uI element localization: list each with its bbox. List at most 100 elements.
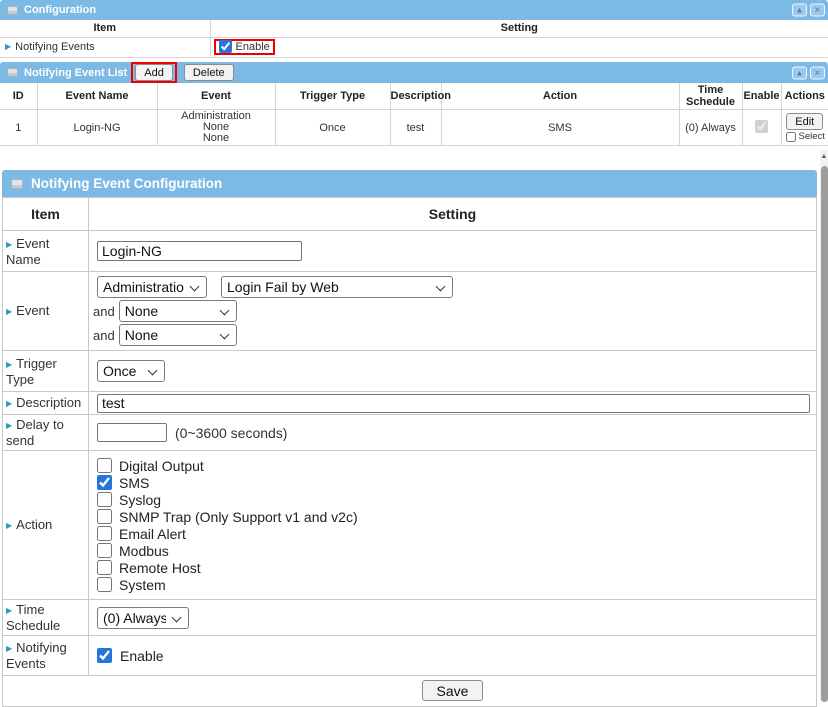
table-row: ▶Notifying Events Enable — [0, 37, 828, 58]
cell-enable — [742, 110, 781, 146]
row-arrow-icon: ▶ — [6, 606, 12, 615]
enable-highlight-box: Enable — [214, 39, 275, 55]
collapse-button[interactable]: ▲ — [792, 66, 807, 79]
close-button[interactable]: ✕ — [810, 4, 825, 17]
event-and3-select[interactable]: None — [119, 324, 237, 346]
and-label: and — [93, 328, 115, 343]
action-label: Action — [16, 517, 52, 532]
action-checkbox[interactable] — [97, 526, 112, 541]
time-schedule-select[interactable]: (0) Always — [97, 607, 189, 629]
col-time-schedule: Time Schedule — [679, 83, 742, 110]
row-arrow-icon: ▶ — [6, 421, 12, 430]
scrollbar-thumb[interactable] — [821, 166, 828, 702]
action-checkbox[interactable] — [97, 543, 112, 558]
event-category-select-wrap: Administration — [97, 276, 207, 298]
action-option[interactable]: System — [97, 577, 812, 593]
col-trigger-type: Trigger Type — [275, 83, 390, 110]
cell-action: SMS — [441, 110, 679, 146]
event-subtype-select-wrap: Login Fail by Web — [221, 276, 453, 298]
cell-trigger-type: Once — [275, 110, 390, 146]
col-enable: Enable — [742, 83, 781, 110]
notifying-events-enable-checkbox[interactable] — [219, 40, 232, 53]
action-option-label: Modbus — [119, 543, 169, 559]
row-select-checkbox[interactable] — [786, 132, 796, 142]
close-button[interactable]: ✕ — [810, 66, 825, 79]
delete-button[interactable]: Delete — [184, 64, 234, 81]
configuration-panel: Configuration ▲ ✕ Item Setting ▶Notifyin… — [0, 0, 828, 58]
trigger-type-label: Trigger Type — [6, 356, 57, 387]
time-schedule-label: Time Schedule — [6, 602, 60, 633]
notifying-enable-checkbox[interactable] — [97, 648, 112, 663]
configuration-table: Item Setting ▶Notifying Events Enable — [0, 20, 828, 58]
action-checkbox[interactable] — [97, 458, 112, 473]
action-option[interactable]: Syslog — [97, 492, 812, 508]
row-arrow-icon: ▶ — [6, 360, 12, 369]
action-option-label: System — [119, 577, 166, 593]
event-name-input[interactable] — [97, 241, 302, 261]
cell-event-name: Login-NG — [37, 110, 157, 146]
action-checkbox[interactable] — [97, 560, 112, 575]
delay-label: Delay to send — [6, 417, 64, 448]
action-options: Digital OutputSMSSyslogSNMP Trap (Only S… — [89, 451, 817, 600]
action-checkbox[interactable] — [97, 492, 112, 507]
delay-input[interactable] — [97, 423, 167, 442]
delay-hint: (0~3600 seconds) — [175, 425, 287, 441]
time-schedule-select-wrap: (0) Always — [97, 607, 189, 629]
event-list-panel-header: Notifying Event List Add Delete ▲ ✕ — [0, 62, 828, 83]
event-name-label: Event Name — [6, 236, 49, 267]
description-row: ▶Description — [3, 392, 817, 415]
action-option-label: Syslog — [119, 492, 161, 508]
and-label: and — [93, 304, 115, 319]
panel-title: Notifying Event List — [24, 67, 127, 79]
action-option[interactable]: Modbus — [97, 543, 812, 559]
cell-time-schedule: (0) Always — [679, 110, 742, 146]
panel-icon — [11, 179, 23, 189]
select-label: Select — [799, 131, 825, 142]
notifying-events-row-label: Notifying Events — [15, 41, 94, 53]
event-category-select[interactable]: Administration — [97, 276, 207, 298]
configuration-panel-header: Configuration ▲ ✕ — [0, 0, 828, 20]
event-and2-select-wrap: None — [119, 300, 237, 322]
row-arrow-icon: ▶ — [6, 307, 12, 316]
action-option[interactable]: Digital Output — [97, 458, 812, 474]
action-checkbox[interactable] — [97, 475, 112, 490]
cell-description: test — [390, 110, 441, 146]
action-option[interactable]: SNMP Trap (Only Support v1 and v2c) — [97, 509, 812, 525]
enable-label: Enable — [236, 41, 270, 53]
row-enable-checkbox — [755, 120, 768, 133]
action-option[interactable]: SMS — [97, 475, 812, 491]
cell-actions: Edit Select — [781, 110, 828, 146]
column-header-setting: Setting — [210, 20, 828, 37]
col-id: ID — [0, 83, 37, 110]
col-actions: Actions — [781, 83, 828, 110]
col-description: Description — [390, 83, 441, 110]
column-header-item: Item — [0, 20, 210, 37]
edit-button[interactable]: Edit — [786, 113, 823, 130]
add-button[interactable]: Add — [135, 64, 173, 81]
description-input[interactable] — [97, 394, 810, 413]
action-checkbox[interactable] — [97, 577, 112, 592]
action-row: ▶Action Digital OutputSMSSyslogSNMP Trap… — [3, 451, 817, 600]
notifying-event-configuration-panel: Notifying Event Configuration Item Setti… — [2, 170, 817, 707]
scrollbar-up-arrow-icon[interactable]: ▲ — [820, 150, 828, 164]
action-option[interactable]: Remote Host — [97, 560, 812, 576]
notifying-events-row: ▶Notifying Events Enable — [3, 636, 817, 676]
action-option-label: SMS — [119, 475, 149, 491]
col-event: Event — [157, 83, 275, 110]
vertical-scrollbar[interactable]: ▲ — [820, 150, 828, 702]
action-option-label: Email Alert — [119, 526, 186, 542]
description-label: Description — [16, 395, 81, 410]
table-row: 1 Login-NG Administration None None Once… — [0, 110, 828, 146]
action-option[interactable]: Email Alert — [97, 526, 812, 542]
action-checkbox[interactable] — [97, 509, 112, 524]
event-row: ▶Event Administration Login Fail by Web … — [3, 272, 817, 351]
event-and2-select[interactable]: None — [119, 300, 237, 322]
trigger-type-select-wrap: Once — [97, 360, 165, 382]
col-action: Action — [441, 83, 679, 110]
event-subtype-select[interactable]: Login Fail by Web — [221, 276, 453, 298]
config-panel-header: Notifying Event Configuration — [2, 170, 817, 197]
collapse-button[interactable]: ▲ — [792, 4, 807, 17]
save-button[interactable]: Save — [422, 680, 484, 701]
row-arrow-icon: ▶ — [6, 240, 12, 249]
trigger-type-select[interactable]: Once — [97, 360, 165, 382]
